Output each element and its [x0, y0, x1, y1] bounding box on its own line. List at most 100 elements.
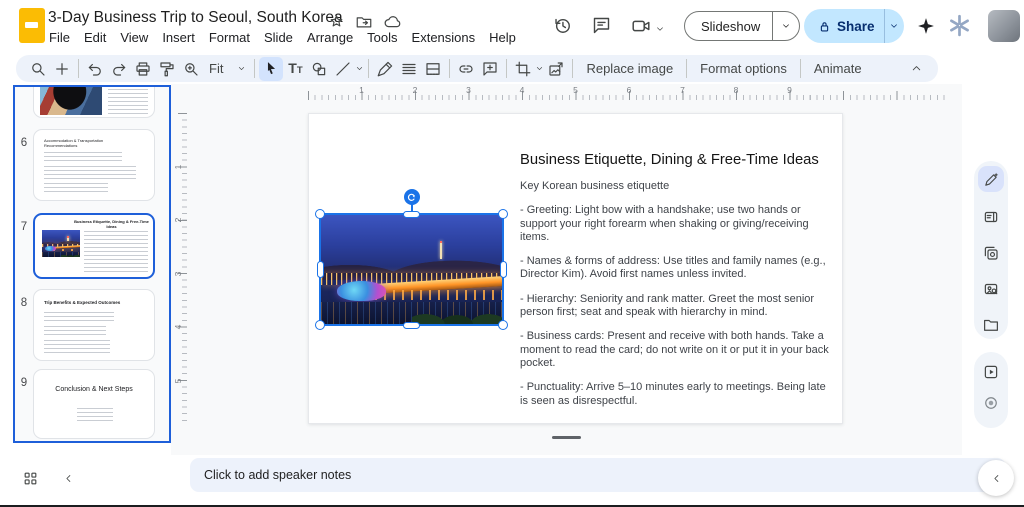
side-panel-group-top [974, 161, 1008, 339]
search-menus-icon[interactable] [26, 57, 50, 81]
slide-thumbnail-7-selected[interactable]: Business Etiquette, Dining & Free-Time I… [33, 213, 155, 279]
image-search-icon[interactable] [982, 280, 1000, 298]
text-box-icon[interactable]: TT [283, 57, 307, 81]
collapse-filmstrip-icon[interactable] [56, 466, 80, 490]
ruler-number: 4 [519, 85, 525, 95]
share-dropdown-icon[interactable] [884, 21, 904, 31]
slide-body-textbox[interactable]: Key Korean business etiquette - Greeting… [520, 180, 832, 419]
slide-thumbnail-8[interactable]: Trip Benefits & Expected Outcomes [33, 289, 155, 361]
crop-dropdown-icon[interactable] [535, 64, 544, 73]
current-slide[interactable]: Business Etiquette, Dining & Free-Time I… [308, 113, 843, 424]
menu-extensions[interactable]: Extensions [405, 28, 483, 47]
animate-button[interactable]: Animate [805, 61, 871, 76]
toolbar: Fit TT Replace image Format options Anim… [16, 55, 938, 82]
document-title[interactable]: 3-Day Business Trip to Seoul, South Kore… [48, 9, 343, 27]
selected-image[interactable] [315, 189, 508, 330]
slide-thumbnail-5-partial[interactable] [33, 87, 155, 118]
resize-handle-se[interactable] [498, 320, 508, 330]
text-line-placeholder [44, 166, 136, 179]
slide-paragraph: Key Korean business etiquette [520, 180, 670, 192]
menu-help[interactable]: Help [482, 28, 523, 47]
slide-title-textbox[interactable]: Business Etiquette, Dining & Free-Time I… [520, 152, 835, 168]
text-line-placeholder [84, 231, 148, 273]
resize-handle-nw[interactable] [315, 209, 325, 219]
replace-image-icon[interactable] [544, 57, 568, 81]
add-comment-icon[interactable] [478, 57, 502, 81]
assistant-swirl-icon[interactable] [946, 12, 973, 44]
resize-handle-w[interactable] [316, 261, 324, 278]
text-line-placeholder [44, 152, 122, 162]
collapse-side-panel-button[interactable] [978, 460, 1014, 496]
menu-tools[interactable]: Tools [360, 28, 404, 47]
border-weight-icon[interactable] [397, 57, 421, 81]
ruler-number: 9 [787, 85, 792, 95]
slideshow-button[interactable]: Slideshow [685, 19, 772, 34]
image-stack-icon[interactable] [982, 244, 1000, 262]
slide-paragraph: - Greeting: Light bow with a handshake; … [520, 204, 809, 243]
notes-resize-handle[interactable] [552, 436, 581, 439]
pen-icon[interactable] [373, 57, 397, 81]
ruler-number: 8 [733, 85, 739, 95]
resize-handle-e[interactable] [499, 261, 507, 278]
menu-arrange[interactable]: Arrange [300, 28, 360, 47]
insert-line-icon[interactable] [331, 57, 355, 81]
resize-handle-sw[interactable] [315, 320, 325, 330]
record-icon[interactable] [982, 394, 1000, 412]
menu-insert[interactable]: Insert [155, 28, 202, 47]
text-line-placeholder [108, 87, 148, 115]
account-avatar[interactable] [988, 10, 1020, 42]
menu-edit[interactable]: Edit [77, 28, 113, 47]
gemini-sparkle-icon[interactable] [916, 16, 936, 41]
insert-link-icon[interactable] [454, 57, 478, 81]
text-line-placeholder [44, 183, 108, 195]
paint-format-icon[interactable] [155, 57, 179, 81]
play-media-icon[interactable] [982, 363, 1000, 381]
grid-view-icon[interactable] [18, 466, 42, 490]
text-line-placeholder [44, 340, 110, 354]
comments-icon[interactable] [591, 15, 612, 41]
undo-icon[interactable] [83, 57, 107, 81]
menu-format[interactable]: Format [202, 28, 257, 47]
zoom-fit-select[interactable]: Fit [203, 61, 250, 76]
slide-thumbnail-6[interactable]: Accommodation & Transportation Recommend… [33, 129, 155, 201]
ruler-number: 3 [173, 271, 183, 277]
slideshow-dropdown-icon[interactable] [773, 21, 799, 31]
folder-icon[interactable] [982, 316, 1000, 334]
rotate-handle[interactable] [403, 189, 420, 205]
text-line-placeholder [44, 312, 114, 322]
slide-paragraph: - Names & forms of address: Use titles a… [520, 255, 826, 281]
ai-assist-icon[interactable] [978, 166, 1004, 192]
seoul-night-image[interactable] [321, 215, 502, 324]
line-dropdown-icon[interactable] [355, 64, 364, 73]
menu-slide[interactable]: Slide [257, 28, 300, 47]
format-options-button[interactable]: Format options [691, 61, 796, 76]
resize-handle-s[interactable] [403, 321, 420, 329]
workspace: 6 Accommodation & Transportation Recomme… [0, 84, 1024, 507]
meet-camera-icon[interactable] [630, 15, 652, 42]
border-dash-icon[interactable] [421, 57, 445, 81]
resize-handle-ne[interactable] [498, 209, 508, 219]
top-bar: 3-Day Business Trip to Seoul, South Kore… [0, 0, 1024, 52]
text-line-placeholder [77, 408, 113, 424]
outline-panel-icon[interactable] [982, 208, 1000, 226]
text-line-placeholder [44, 326, 106, 336]
share-button[interactable]: Share [837, 19, 875, 34]
menu-view[interactable]: View [113, 28, 155, 47]
redo-icon[interactable] [107, 57, 131, 81]
menu-file[interactable]: File [42, 28, 77, 47]
resize-handle-n[interactable] [403, 210, 420, 218]
crop-icon[interactable] [511, 57, 535, 81]
insert-shape-icon[interactable] [307, 57, 331, 81]
replace-image-button[interactable]: Replace image [577, 61, 682, 76]
slide-thumbnail-9[interactable]: Conclusion & Next Steps [33, 369, 155, 439]
new-slide-icon[interactable] [50, 57, 74, 81]
collapse-toolbar-icon[interactable] [904, 57, 928, 81]
speaker-notes[interactable]: Click to add speaker notes [190, 458, 1006, 492]
version-history-icon[interactable] [552, 15, 573, 41]
select-tool-icon[interactable] [259, 56, 284, 81]
ruler-number: 1 [359, 85, 364, 95]
slide-paragraph: - Hierarchy: Seniority and rank matter. … [520, 292, 815, 319]
meet-dropdown-icon[interactable] [655, 21, 665, 39]
zoom-icon[interactable] [179, 57, 203, 81]
print-icon[interactable] [131, 57, 155, 81]
